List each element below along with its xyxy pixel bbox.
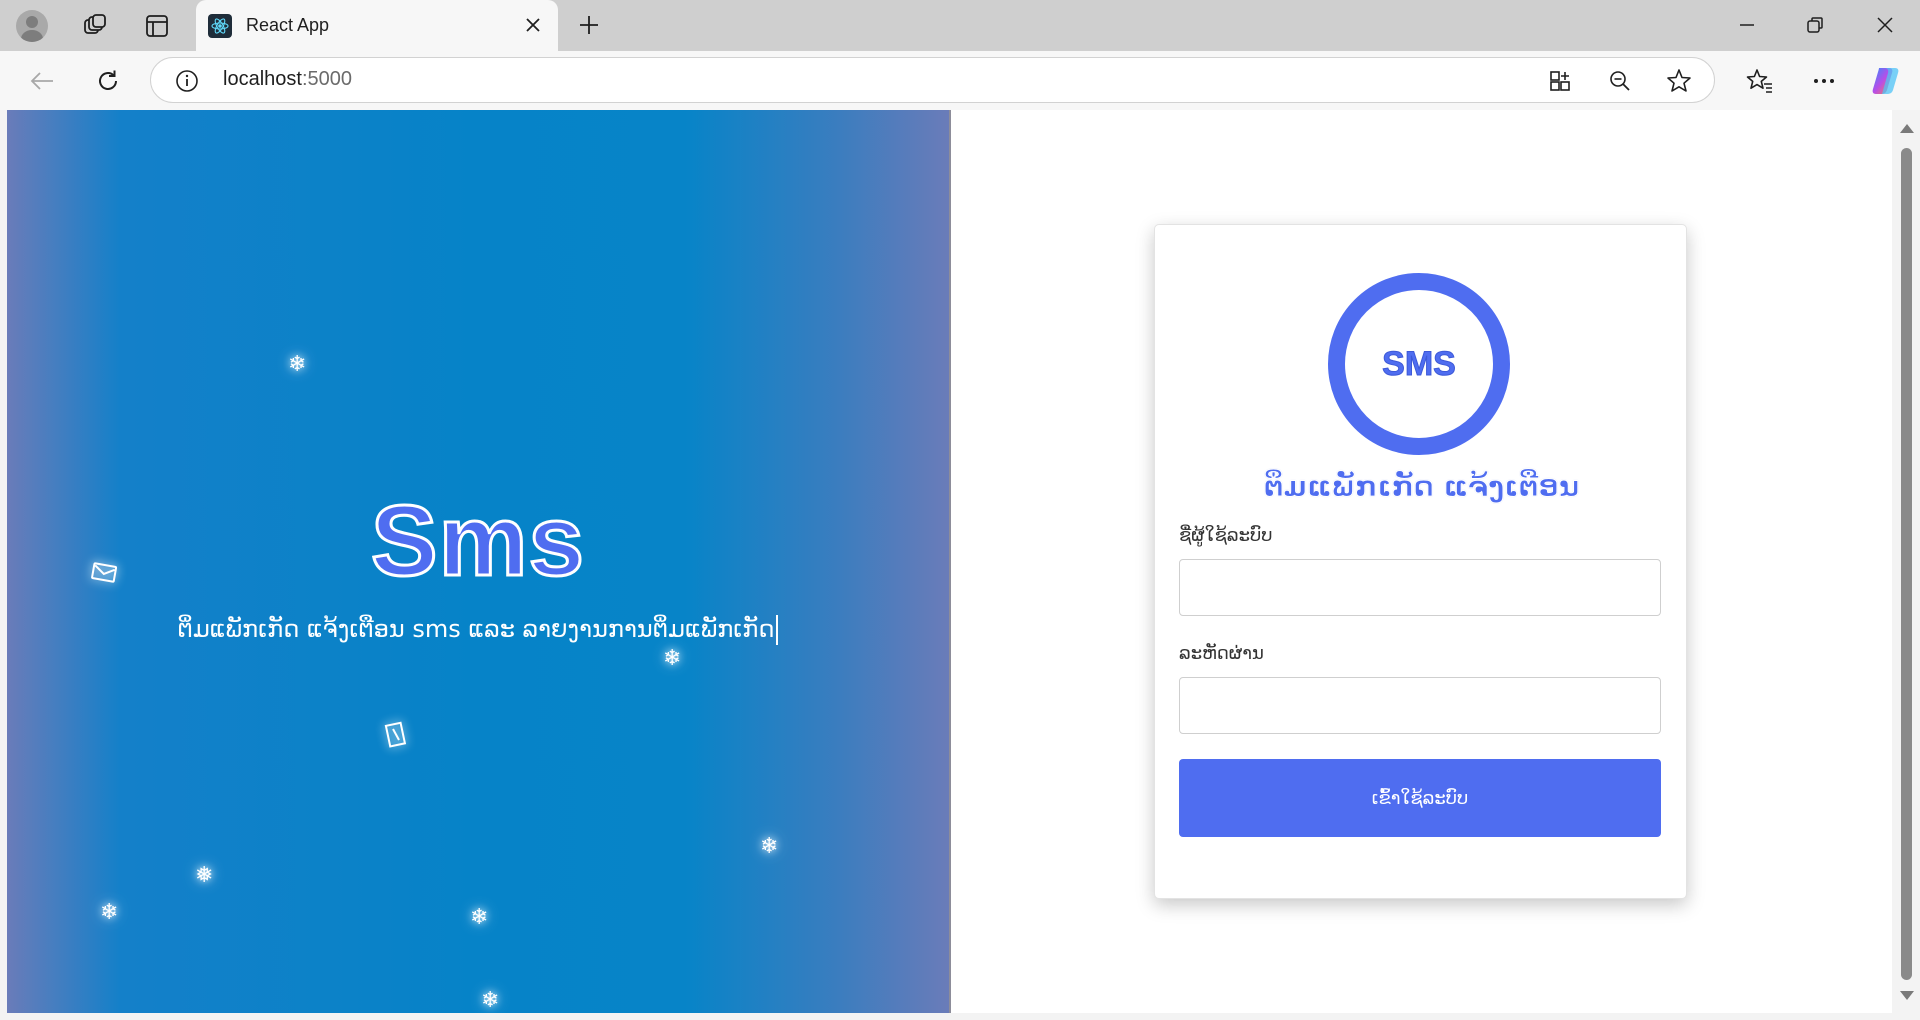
snowflake-icon: ❄ [470,905,489,930]
password-label: ລະຫັດຜ່ານ [1179,643,1264,664]
minimize-icon[interactable] [1724,8,1770,42]
navigation-bar: localhost:5000 [0,51,1920,110]
hero-subtitle-line: ຕິ່ມແພັກເກັດ ແຈ້ງເຕືອນ sms ແລະ ລາຍງານການ… [7,615,949,645]
scroll-up-arrow-icon[interactable] [1900,124,1914,133]
url-host: localhost [223,68,302,90]
envelope-icon [91,562,118,589]
favorites-icon[interactable] [1740,63,1780,99]
snowflake-icon: ❄ [288,352,307,377]
hero-subtitle: ຕິ່ມແພັກເກັດ ແຈ້ງເຕືອນ sms ແລະ ລາຍງານການ… [177,615,775,643]
react-icon [208,13,232,38]
zoom-out-icon[interactable] [1607,68,1633,94]
username-label: ຊື່ຜູ້ໃຊ້ລະບົບ [1179,525,1273,546]
page-viewport: Sms ຕິ່ມແພັກເກັດ ແຈ້ງເຕືອນ sms ແລະ ລາຍງາ… [7,110,1892,1013]
avatar-icon[interactable] [14,8,50,44]
reload-icon[interactable] [88,63,128,99]
close-icon[interactable] [1862,8,1908,42]
card-icon [384,721,408,754]
tab-react-app[interactable]: React App [196,0,558,51]
plus-icon[interactable] [572,8,606,42]
hero-panel: Sms ຕິ່ມແພັກເກັດ ແຈ້ງເຕືອນ sms ແລະ ລາຍງາ… [7,110,949,1013]
brand-title: ຕິ່ມແພັກເກັດ ແຈ້ງເຕືອນ [1263,470,1580,504]
scrollbar-thumb[interactable] [1901,148,1912,980]
hero-title: Sms [369,484,586,599]
workspaces-icon[interactable] [78,10,112,42]
close-icon[interactable] [522,14,544,36]
copilot-icon[interactable] [1866,63,1906,99]
arrow-left-icon[interactable] [22,63,62,99]
login-button[interactable]: ເຂົ້າໃຊ້ລະບົບ [1179,759,1661,837]
url-text: localhost:5000 [223,68,352,91]
address-bar[interactable]: localhost:5000 [150,57,1715,103]
vertical-tabs-icon[interactable] [140,10,174,42]
more-icon[interactable] [1804,63,1844,99]
password-field[interactable] [1179,677,1661,734]
logo-text: SMS [1382,344,1457,383]
username-field[interactable] [1179,559,1661,616]
star-icon[interactable] [1666,68,1692,94]
tab-title: React App [246,15,330,35]
info-icon[interactable] [175,69,199,93]
scroll-down-arrow-icon[interactable] [1900,991,1914,1000]
apps-icon[interactable] [1547,68,1573,94]
vertical-scrollbar[interactable] [1892,110,1920,1013]
snowflake-icon: ❄ [760,834,779,859]
tab-bar: React App [0,0,1920,51]
panel-divider [949,110,951,1013]
snowflake-icon: ❄ [100,900,119,925]
login-card: SMS ຕິ່ມແພັກເກັດ ແຈ້ງເຕືອນ ຊື່ຜູ້ໃຊ້ລະບົ… [1154,224,1687,899]
snowflake-icon: ❅ [195,863,214,888]
snowflake-icon: ❄ [481,988,500,1013]
snowflake-icon: ❄ [663,646,682,671]
restore-icon[interactable] [1792,8,1838,42]
text-caret [776,615,779,645]
sms-logo: SMS [1328,273,1510,455]
url-port: :5000 [301,68,352,90]
